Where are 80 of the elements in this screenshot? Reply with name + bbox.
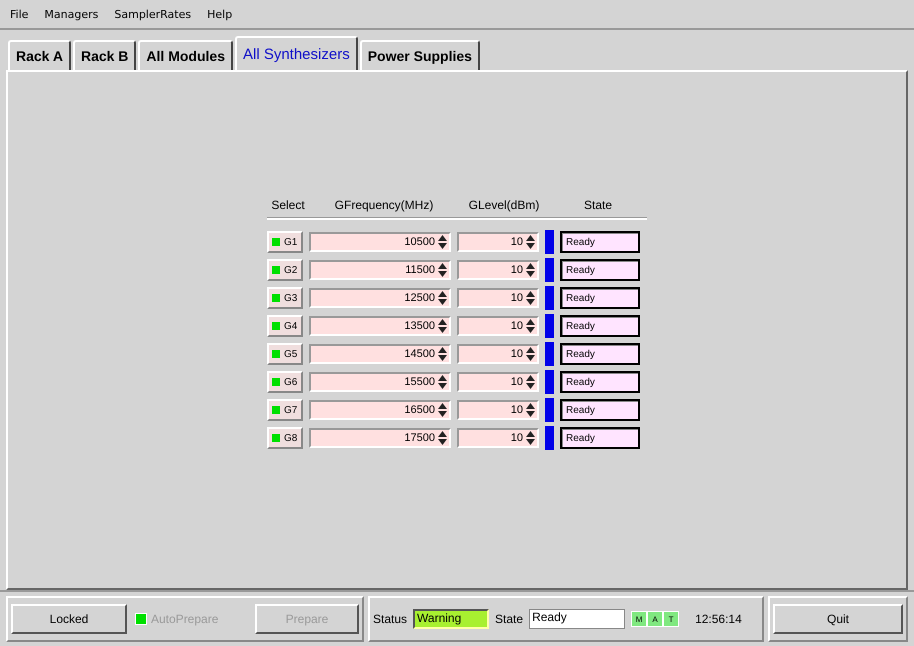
- tab[interactable]: Rack B: [72, 40, 136, 70]
- frequency-spinner[interactable]: 11500: [309, 260, 451, 280]
- spin-arrows-icon[interactable]: [526, 375, 535, 389]
- status-field: Warning: [413, 609, 490, 629]
- spin-arrows-icon[interactable]: [438, 431, 447, 445]
- menu-item[interactable]: File: [10, 8, 28, 20]
- select-toggle[interactable]: G4: [267, 315, 303, 337]
- indicator: T: [663, 611, 680, 627]
- frequency-spinner[interactable]: 10500: [309, 232, 451, 252]
- spin-arrows-icon[interactable]: [438, 263, 447, 277]
- spin-arrows-icon[interactable]: [526, 403, 535, 417]
- state-field: Ready: [560, 287, 640, 309]
- select-toggle[interactable]: G5: [267, 343, 303, 365]
- spin-arrows-icon[interactable]: [438, 375, 447, 389]
- select-toggle[interactable]: G6: [267, 371, 303, 393]
- level-bar: [545, 426, 554, 450]
- state-label: State: [495, 612, 524, 626]
- state-field: Ready: [560, 371, 640, 393]
- spin-arrows-icon[interactable]: [526, 431, 535, 445]
- spin-arrows-icon[interactable]: [438, 347, 447, 361]
- clock-time: 12:56:14: [695, 612, 742, 626]
- quit-button[interactable]: Quit: [773, 604, 903, 634]
- level-spinner[interactable]: 10: [457, 288, 539, 308]
- checkbox-label: AutoPrepare: [151, 612, 218, 626]
- frequency-spinner[interactable]: 14500: [309, 344, 451, 364]
- spin-arrows-icon[interactable]: [526, 263, 535, 277]
- level-spinner[interactable]: 10: [457, 428, 539, 448]
- locked-button[interactable]: Locked: [11, 604, 127, 634]
- select-toggle[interactable]: G2: [267, 259, 303, 281]
- frequency-spinner[interactable]: 13500: [309, 316, 451, 336]
- status-label: Status: [373, 612, 408, 626]
- level-spinner[interactable]: 10: [457, 316, 539, 336]
- select-toggle[interactable]: G7: [267, 399, 303, 421]
- column-header: Select: [270, 198, 306, 212]
- column-header: GLevel(dBm): [468, 198, 540, 212]
- level-bar: [545, 314, 554, 338]
- state-field: Ready: [560, 427, 640, 449]
- level-spinner[interactable]: 10: [457, 400, 539, 420]
- level-bar: [545, 230, 554, 254]
- tab[interactable]: All Modules: [138, 40, 233, 70]
- frequency-spinner[interactable]: 17500: [309, 428, 451, 448]
- state-field: Ready: [529, 609, 626, 629]
- tab[interactable]: All Synthesizers: [234, 36, 358, 70]
- column-header: State: [582, 198, 614, 212]
- frequency-spinner[interactable]: 12500: [309, 288, 451, 308]
- tab[interactable]: Power Supplies: [360, 40, 480, 70]
- level-spinner[interactable]: 10: [457, 344, 539, 364]
- level-spinner[interactable]: 10: [457, 260, 539, 280]
- spin-arrows-icon[interactable]: [526, 235, 535, 249]
- spin-arrows-icon[interactable]: [438, 403, 447, 417]
- spin-arrows-icon[interactable]: [438, 291, 447, 305]
- level-bar: [545, 258, 554, 282]
- level-bar: [545, 286, 554, 310]
- state-field: Ready: [560, 399, 640, 421]
- spin-arrows-icon[interactable]: [438, 319, 447, 333]
- level-bar: [545, 370, 554, 394]
- state-field: Ready: [560, 315, 640, 337]
- spin-arrows-icon[interactable]: [438, 235, 447, 249]
- menu-item[interactable]: SamplerRates: [114, 8, 192, 20]
- spin-arrows-icon[interactable]: [526, 291, 535, 305]
- frequency-spinner[interactable]: 16500: [309, 400, 451, 420]
- level-bar: [545, 398, 554, 422]
- level-bar: [545, 342, 554, 366]
- state-field: Ready: [560, 343, 640, 365]
- tab[interactable]: Rack A: [8, 40, 71, 70]
- indicator: M: [631, 611, 648, 627]
- level-spinner[interactable]: 10: [457, 232, 539, 252]
- select-toggle[interactable]: G3: [267, 287, 303, 309]
- menu-item[interactable]: Managers: [44, 8, 98, 20]
- state-field: Ready: [560, 231, 640, 253]
- level-spinner[interactable]: 10: [457, 372, 539, 392]
- menu-item[interactable]: Help: [207, 8, 232, 20]
- indicator: A: [647, 611, 664, 627]
- spin-arrows-icon[interactable]: [526, 347, 535, 361]
- spin-arrows-icon[interactable]: [526, 319, 535, 333]
- state-field: Ready: [560, 259, 640, 281]
- column-header: GFrequency(MHz): [334, 198, 434, 212]
- frequency-spinner[interactable]: 15500: [309, 372, 451, 392]
- select-toggle[interactable]: G8: [267, 427, 303, 449]
- select-toggle[interactable]: G1: [267, 231, 303, 253]
